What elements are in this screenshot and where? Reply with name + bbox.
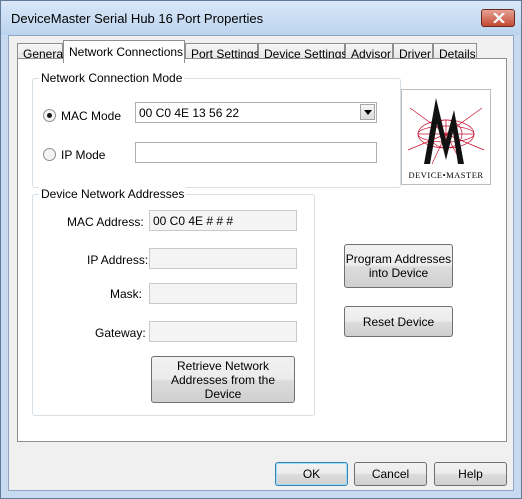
tab-network-connections[interactable]: Network Connections: [63, 40, 185, 63]
close-button[interactable]: [481, 9, 515, 27]
dialog-client: General Network Connections Port Setting…: [8, 35, 514, 491]
button-label: Cancel: [371, 467, 410, 481]
gateway-label: Gateway:: [95, 326, 146, 340]
close-icon: [493, 13, 505, 23]
mac-mode-label: MAC Mode: [61, 109, 122, 123]
dropdown-button[interactable]: [360, 104, 375, 120]
mask-label: Mask:: [110, 287, 143, 301]
ip-address-field: [149, 248, 297, 269]
ip-mode-label: IP Mode: [61, 148, 106, 162]
chevron-down-icon: [364, 110, 372, 115]
logo-text: DEVICE•MASTER: [408, 170, 484, 180]
group-label: Network Connection Mode: [39, 71, 185, 85]
window-title: DeviceMaster Serial Hub 16 Port Properti…: [11, 11, 264, 26]
devicemaster-logo: DEVICE•MASTER: [401, 89, 491, 185]
button-label: Retrieve Network: [176, 358, 270, 373]
network-connection-mode-group: Network Connection Mode: [32, 71, 401, 188]
properties-window: DeviceMaster Serial Hub 16 Port Properti…: [0, 0, 522, 499]
group-label: Device Network Addresses: [39, 187, 187, 201]
mask-field: [149, 283, 297, 304]
mac-address-label: MAC Address:: [67, 215, 144, 229]
ip-mode-radio[interactable]: [43, 148, 56, 161]
mac-mode-value: 00 C0 4E 13 56 22: [139, 106, 240, 120]
mac-address-value: 00 C0 4E # # #: [153, 214, 234, 228]
retrieve-addresses-button[interactable]: Retrieve Network Addresses from the Devi…: [151, 356, 295, 403]
button-label: Addresses from the Device: [170, 372, 276, 401]
devicemaster-logo-icon: [407, 98, 485, 165]
ok-button[interactable]: OK: [275, 462, 348, 486]
reset-device-button[interactable]: Reset Device: [344, 306, 453, 337]
button-label: OK: [302, 467, 321, 481]
tab-label: Network Connections: [69, 45, 184, 59]
button-label: Reset Device: [362, 314, 435, 329]
mac-mode-radio[interactable]: [43, 109, 56, 122]
mac-address-field: 00 C0 4E # # #: [149, 210, 297, 231]
mac-mode-combobox[interactable]: 00 C0 4E 13 56 22: [135, 102, 377, 123]
help-button[interactable]: Help: [434, 462, 507, 486]
ip-address-label: IP Address:: [87, 253, 149, 267]
button-label: into Device: [368, 266, 429, 280]
title-bar[interactable]: DeviceMaster Serial Hub 16 Port Properti…: [1, 1, 521, 35]
radio-selected-dot: [47, 113, 52, 118]
button-label: Program Addresses: [345, 252, 452, 266]
ip-mode-input[interactable]: [135, 142, 377, 163]
button-label: Help: [458, 467, 483, 481]
program-addresses-button[interactable]: Program Addresses into Device: [344, 244, 453, 288]
tab-panel: Network Connection Mode MAC Mode 00 C0 4…: [17, 58, 507, 442]
cancel-button[interactable]: Cancel: [354, 462, 427, 486]
gateway-field: [149, 321, 297, 342]
